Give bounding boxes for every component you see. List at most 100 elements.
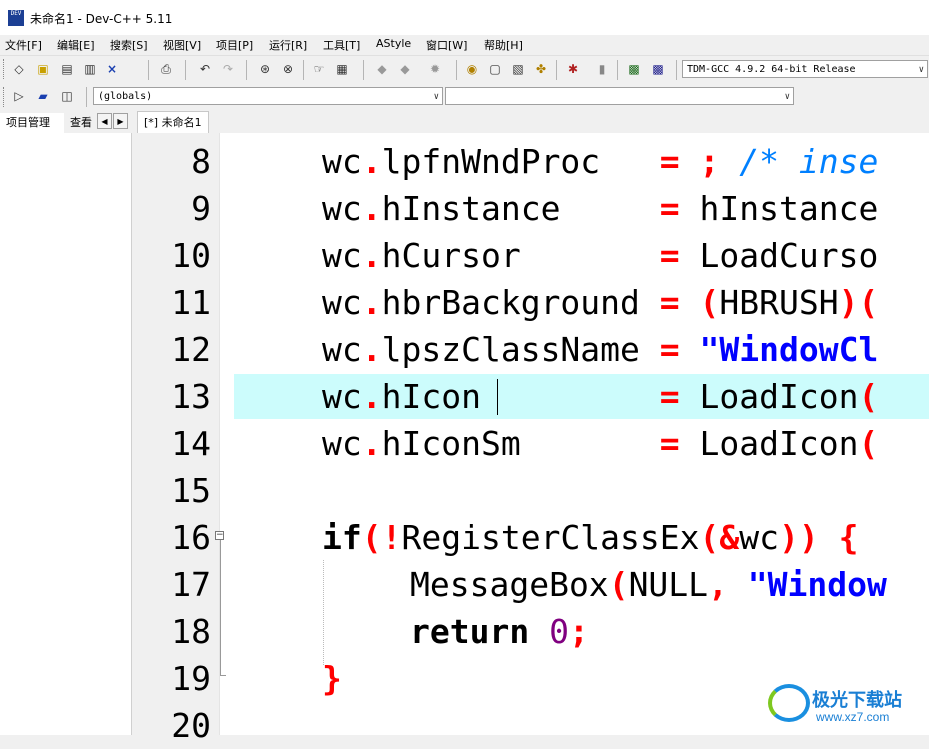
- goto-icon[interactable]: ☞: [311, 61, 327, 77]
- watermark-text: 极光下载站: [812, 690, 902, 711]
- menu-bar: 文件[F] 编辑[E] 搜索[S] 视图[V] 项目[P] 运行[R] 工具[T…: [0, 35, 929, 55]
- code-line-10: wc.hCursor = LoadCurso: [322, 236, 879, 275]
- add-to-project-icon[interactable]: ◆: [374, 61, 390, 77]
- stop-execution-icon[interactable]: ▮: [594, 61, 610, 77]
- save-all-icon[interactable]: ▥: [82, 61, 98, 77]
- fold-line: [220, 540, 221, 675]
- editor-tab-untitled1[interactable]: [*] 未命名1: [137, 111, 209, 133]
- toolbar-separator: [617, 60, 618, 80]
- menu-project[interactable]: 项目[P]: [216, 37, 253, 53]
- toolbar-separator: [556, 60, 557, 80]
- delete-profile-icon[interactable]: ▩: [650, 61, 666, 77]
- watermark-logo-icon: [768, 684, 810, 722]
- main-toolbar: ◇ ▣ ▤ ▥ × ⎙ ↶ ↷ ⊛ ⊗ ☞ ▦ ◆ ◆ ✹ ◉ ▢ ▧ ✤ ✱ …: [0, 55, 929, 84]
- line-number: 15: [171, 471, 211, 510]
- fold-collapse-icon[interactable]: −: [215, 531, 224, 540]
- toolbar-separator: [303, 60, 304, 80]
- toolbar-separator: [246, 60, 247, 80]
- compiler-select-value: TDM-GCC 4.9.2 64-bit Release: [687, 64, 856, 75]
- code-line-13: wc.hIcon = LoadIcon(: [322, 377, 879, 416]
- menu-help[interactable]: 帮助[H]: [484, 37, 523, 53]
- line-number: 19: [171, 659, 211, 698]
- new-file-icon[interactable]: ◇: [11, 61, 27, 77]
- close-icon[interactable]: ×: [104, 61, 120, 77]
- tab-view[interactable]: 查看: [68, 113, 92, 133]
- project-panel[interactable]: [0, 133, 132, 735]
- code-line-14: wc.hIconSm = LoadIcon(: [322, 424, 879, 463]
- tab-project-manager[interactable]: 项目管理: [0, 113, 64, 133]
- toolbar-separator: [456, 60, 457, 80]
- toolbar-separator: [148, 60, 149, 80]
- line-number: 9: [191, 189, 211, 228]
- toolbar-separator: [86, 87, 87, 107]
- open-book-icon[interactable]: ◫: [59, 88, 75, 104]
- menu-search[interactable]: 搜索[S]: [110, 37, 148, 53]
- chevron-down-icon: ∨: [433, 92, 439, 102]
- class-toolbar: ▷ ▰ ◫ (globals) ∨ ∨: [0, 84, 929, 110]
- code-line-11: wc.hbrBackground = (HBRUSH)(: [322, 283, 879, 322]
- menu-window[interactable]: 窗口[W]: [426, 37, 467, 53]
- toolbar-separator: [363, 60, 364, 80]
- code-line-9: wc.hInstance = hInstance: [322, 189, 879, 228]
- undo-icon[interactable]: ↶: [197, 61, 213, 77]
- menu-astyle[interactable]: AStyle: [376, 37, 411, 50]
- chevron-down-icon: ∨: [784, 92, 790, 102]
- redo-icon[interactable]: ↷: [220, 61, 236, 77]
- line-number: 16: [171, 518, 211, 557]
- fold-margin[interactable]: [219, 133, 234, 735]
- title-bar: DEV 未命名1 - Dev-C++ 5.11: [0, 0, 929, 35]
- line-number: 8: [191, 142, 211, 181]
- line-number: 14: [171, 424, 211, 463]
- chevron-down-icon: ∨: [918, 65, 924, 75]
- tab-scroll-left-icon[interactable]: ◀: [97, 113, 112, 129]
- scope-select[interactable]: (globals) ∨: [93, 87, 443, 105]
- line-number: 13: [171, 377, 211, 416]
- open-project-icon[interactable]: ▣: [35, 61, 51, 77]
- menu-file[interactable]: 文件[F]: [5, 37, 42, 53]
- menu-tools[interactable]: 工具[T]: [323, 37, 360, 53]
- code-line-18: return 0;: [410, 612, 589, 651]
- save-icon[interactable]: ▤: [59, 61, 75, 77]
- member-select[interactable]: ∨: [445, 87, 794, 105]
- replace-icon[interactable]: ⊗: [280, 61, 296, 77]
- window-title: 未命名1 - Dev-C++ 5.11: [30, 12, 173, 26]
- line-number: 18: [171, 612, 211, 651]
- debug-icon[interactable]: ✱: [565, 61, 581, 77]
- menu-view[interactable]: 视图[V]: [163, 37, 201, 53]
- toolbar-separator: [185, 60, 186, 80]
- goto-line-icon[interactable]: ▦: [334, 61, 350, 77]
- watermark-url: www.xz7.com: [816, 710, 890, 724]
- line-number: 12: [171, 330, 211, 369]
- code-line-16: if(!RegisterClassEx(&wc)) {: [322, 518, 859, 557]
- line-number: 20: [171, 706, 211, 745]
- toolbar-grip[interactable]: [3, 87, 7, 107]
- rebuild-all-icon[interactable]: ✤: [533, 61, 549, 77]
- line-number: 11: [171, 283, 211, 322]
- line-number: 17: [171, 565, 211, 604]
- print-icon[interactable]: ⎙: [158, 61, 174, 77]
- run-arrow-icon[interactable]: ▷: [11, 88, 27, 104]
- remove-from-project-icon[interactable]: ◆: [397, 61, 413, 77]
- tab-scroll-right-icon[interactable]: ▶: [113, 113, 128, 129]
- project-options-icon[interactable]: ✹: [427, 61, 443, 77]
- run-icon[interactable]: ▢: [487, 61, 503, 77]
- menu-run[interactable]: 运行[R]: [269, 37, 307, 53]
- line-number: 10: [171, 236, 211, 275]
- bookmark-book-icon[interactable]: ▰: [35, 88, 51, 104]
- text-caret: [497, 379, 498, 415]
- compile-run-icon[interactable]: ▧: [510, 61, 526, 77]
- compile-icon[interactable]: ◉: [464, 61, 480, 77]
- code-line-17: MessageBox(NULL, "Window: [410, 565, 887, 604]
- panel-splitter[interactable]: [132, 133, 138, 735]
- fold-end-marker: [220, 675, 226, 676]
- find-icon[interactable]: ⊛: [257, 61, 273, 77]
- scope-select-value: (globals): [98, 91, 153, 102]
- devcpp-app-icon: DEV: [8, 10, 24, 26]
- toolbar-separator: [676, 60, 677, 80]
- profile-icon[interactable]: ▩: [626, 61, 642, 77]
- code-line-8: wc.lpfnWndProc = ; /* inse: [322, 142, 879, 181]
- toolbar-grip[interactable]: [3, 59, 7, 79]
- compiler-select[interactable]: TDM-GCC 4.9.2 64-bit Release ∨: [682, 60, 928, 78]
- code-line-19: }: [322, 659, 342, 698]
- menu-edit[interactable]: 编辑[E]: [57, 37, 95, 53]
